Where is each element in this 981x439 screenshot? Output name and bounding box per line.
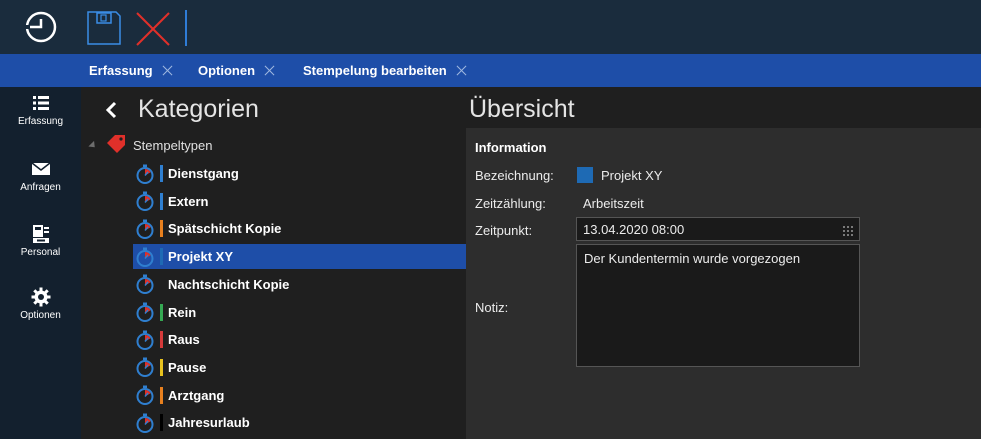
stopwatch-icon bbox=[135, 219, 155, 239]
close-tab-icon[interactable] bbox=[162, 65, 173, 76]
category-color-bar bbox=[160, 165, 163, 182]
category-item[interactable]: Raus bbox=[133, 327, 466, 352]
category-label: Jahresurlaub bbox=[168, 415, 250, 431]
calendar-grid-icon[interactable] bbox=[843, 224, 853, 236]
notiz-textarea[interactable]: Der Kundentermin wurde vorgezogen bbox=[576, 244, 860, 367]
tab-label: Optionen bbox=[198, 63, 256, 78]
close-tab-icon[interactable] bbox=[456, 65, 467, 76]
stopwatch-icon bbox=[135, 164, 155, 184]
tab-bar: Erfassung Optionen Stempelung bearbeiten bbox=[0, 54, 981, 87]
tab-label: Stempelung bearbeiten bbox=[303, 63, 447, 78]
clock-logo-icon[interactable] bbox=[0, 0, 81, 54]
category-color-bar bbox=[160, 192, 163, 210]
category-item[interactable]: Nachtschicht Kopie bbox=[133, 272, 466, 297]
zeitpunkt-value: 13.04.2020 08:00 bbox=[583, 221, 685, 237]
information-heading: Information bbox=[475, 140, 547, 155]
overview-title: Übersicht bbox=[469, 95, 575, 123]
category-color-bar bbox=[160, 303, 163, 321]
category-label: Spätschicht Kopie bbox=[168, 221, 282, 237]
category-label: Arztgang bbox=[168, 387, 225, 403]
stopwatch-icon bbox=[135, 274, 155, 295]
tag-icon bbox=[105, 134, 127, 157]
envelope-icon bbox=[31, 159, 51, 179]
zeitzaehlung-value: Arbeitszeit bbox=[583, 196, 644, 211]
category-label: Projekt XY bbox=[168, 249, 234, 265]
gear-icon bbox=[31, 287, 51, 307]
stopwatch-icon bbox=[135, 191, 155, 212]
category-color-bar bbox=[160, 358, 163, 376]
nav-item-personal[interactable]: Personal bbox=[0, 224, 81, 258]
nav-label: Personal bbox=[20, 247, 61, 258]
tab-stempelung-bearbeiten[interactable]: Stempelung bearbeiten bbox=[303, 54, 467, 87]
category-item[interactable]: Arztgang bbox=[133, 383, 466, 408]
zeitzaehlung-label: Zeitzählung: bbox=[475, 196, 546, 211]
nav-item-anfragen[interactable]: Anfragen bbox=[0, 159, 81, 193]
category-color-bar bbox=[160, 331, 163, 349]
close-tab-icon[interactable] bbox=[264, 65, 275, 76]
nav-label: Optionen bbox=[20, 310, 61, 321]
zeitpunkt-input[interactable]: 13.04.2020 08:00 bbox=[576, 217, 860, 241]
toolbar-divider bbox=[185, 10, 187, 46]
tree-root-stempeltypen[interactable]: Stempeltypen bbox=[88, 134, 213, 157]
category-label: Nachtschicht Kopie bbox=[168, 276, 290, 292]
nav-label: Anfragen bbox=[20, 182, 61, 193]
category-item[interactable]: Spätschicht Kopie bbox=[133, 216, 466, 241]
save-icon[interactable] bbox=[86, 10, 122, 46]
tab-label: Erfassung bbox=[89, 63, 153, 78]
stopwatch-icon bbox=[135, 330, 155, 350]
bezeichnung-label: Bezeichnung: bbox=[475, 168, 554, 183]
tab-erfassung[interactable]: Erfassung bbox=[89, 54, 173, 87]
stopwatch-icon bbox=[135, 357, 155, 378]
category-color-bar bbox=[160, 248, 163, 266]
overview-header: Übersicht bbox=[466, 87, 981, 128]
category-label: Raus bbox=[168, 332, 200, 348]
category-item[interactable]: Extern bbox=[133, 189, 466, 214]
category-item[interactable]: Jahresurlaub bbox=[133, 410, 466, 435]
chevron-left-icon[interactable] bbox=[105, 101, 119, 119]
overview-panel: Übersicht Information Bezeichnung: Proje… bbox=[466, 87, 981, 439]
bezeichnung-value: Projekt XY bbox=[601, 168, 663, 183]
category-color-bar bbox=[160, 414, 163, 432]
side-navigation: Erfassung Anfragen Personal Optionen bbox=[0, 87, 81, 439]
list-icon bbox=[31, 93, 51, 113]
category-item[interactable]: Projekt XY bbox=[133, 244, 466, 270]
category-item[interactable]: Dienstgang bbox=[133, 161, 466, 186]
discard-icon[interactable] bbox=[134, 10, 172, 48]
color-swatch bbox=[577, 167, 593, 183]
zeitpunkt-label: Zeitpunkt: bbox=[475, 223, 533, 238]
stopwatch-icon bbox=[135, 302, 155, 322]
category-color-bar bbox=[160, 220, 163, 238]
notiz-label: Notiz: bbox=[475, 300, 509, 315]
category-label: Extern bbox=[168, 193, 209, 209]
categories-title: Kategorien bbox=[138, 95, 259, 123]
stopwatch-icon bbox=[135, 247, 155, 267]
nav-label: Erfassung bbox=[17, 116, 64, 127]
category-item[interactable]: Pause bbox=[133, 355, 466, 380]
category-item[interactable]: Rein bbox=[133, 300, 466, 325]
personnel-icon bbox=[31, 224, 51, 244]
category-label: Rein bbox=[168, 304, 197, 320]
expand-arrow-icon[interactable] bbox=[88, 140, 98, 150]
category-color-bar bbox=[160, 386, 163, 404]
category-label: Pause bbox=[168, 359, 207, 375]
category-label: Dienstgang bbox=[168, 166, 239, 181]
tab-optionen[interactable]: Optionen bbox=[198, 54, 275, 87]
toolbar bbox=[0, 0, 981, 54]
nav-item-erfassung[interactable]: Erfassung bbox=[0, 93, 81, 127]
category-color-bar bbox=[160, 275, 163, 293]
stopwatch-icon bbox=[135, 413, 155, 433]
stopwatch-icon bbox=[135, 385, 155, 406]
nav-item-optionen[interactable]: Optionen bbox=[0, 287, 81, 321]
tree-root-label: Stempeltypen bbox=[133, 137, 213, 153]
categories-panel: Kategorien Stempeltypen Dienstgang Extern… bbox=[81, 87, 466, 439]
